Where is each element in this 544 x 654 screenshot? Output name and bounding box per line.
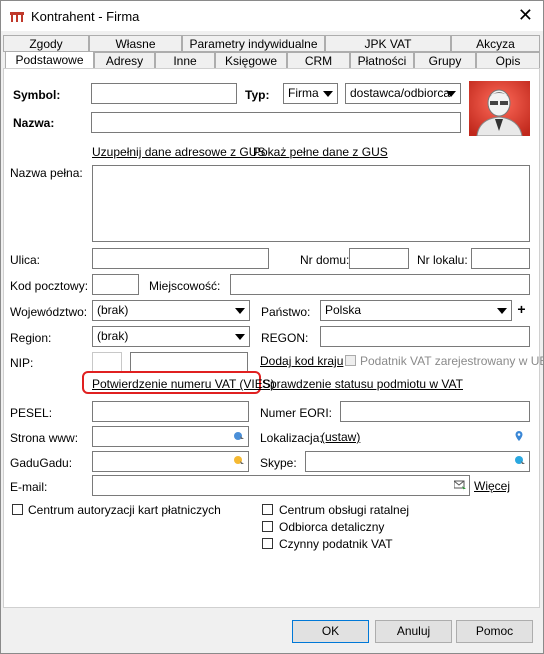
web-open-icon[interactable] (233, 430, 245, 442)
centrum-ratalnej-label: Centrum obsługi ratalnej (279, 503, 410, 517)
centrum-ratalnej-checkbox[interactable] (262, 504, 273, 515)
tab-wlasne[interactable]: Własne (89, 35, 182, 52)
map-pin-icon[interactable] (513, 430, 525, 442)
symbol-input[interactable] (91, 83, 237, 104)
ulica-input[interactable] (92, 248, 269, 269)
wojewodztwo-select[interactable]: (brak) (92, 300, 250, 321)
tab-zgody[interactable]: Zgody (3, 35, 89, 52)
wojewodztwo-value: (brak) (97, 303, 129, 317)
typ-label: Typ: (245, 88, 270, 102)
vies-link[interactable]: Potwierdzenie numeru VAT (VIES) (92, 377, 275, 391)
tab-crm[interactable]: CRM (287, 52, 350, 69)
nr-lokalu-input[interactable] (471, 248, 530, 269)
wiecej-link[interactable]: Więcej (474, 479, 510, 493)
window-title: Kontrahent - Firma (31, 9, 140, 24)
typ2-select-value: dostawca/odbiorca (350, 86, 451, 100)
vat-status-link[interactable]: Sprawdzenie statusu podmiotu w VAT (262, 377, 463, 391)
gus-fill-link[interactable]: Uzupełnij dane adresowe z GUS (92, 145, 265, 159)
czynny-vat-checkbox[interactable] (262, 538, 273, 549)
region-value: (brak) (97, 329, 129, 343)
dialog-window: Kontrahent - Firma ✕ Zgody Własne Parame… (0, 0, 544, 654)
pesel-input[interactable] (92, 401, 249, 422)
regon-label: REGON: (261, 331, 309, 345)
panstwo-select[interactable]: Polska (320, 300, 512, 321)
panstwo-value: Polska (325, 303, 362, 317)
cancel-button[interactable]: Anuluj (375, 620, 452, 643)
tab-panel: Symbol: Typ: Firma dostawca/odbiorca Naz… (3, 68, 544, 608)
typ2-select[interactable]: dostawca/odbiorca (345, 83, 461, 104)
symbol-label: Symbol: (13, 88, 61, 102)
kod-pocztowy-label: Kod pocztowy: (10, 279, 89, 293)
gus-show-link[interactable]: Pokaż pełne dane z GUS (253, 145, 388, 159)
regon-input[interactable] (320, 326, 530, 347)
ustaw-link[interactable]: (ustaw) (321, 430, 360, 444)
chevron-down-icon (235, 334, 245, 340)
app-logo-icon (9, 9, 25, 23)
miejscowosc-input[interactable] (230, 274, 530, 295)
nr-domu-input[interactable] (349, 248, 409, 269)
centrum-kart-checkbox[interactable] (12, 504, 23, 515)
skype-label: Skype: (260, 456, 297, 470)
typ-select-value: Firma (288, 86, 319, 100)
nazwa-pelna-textarea[interactable] (92, 165, 530, 242)
chevron-down-icon (235, 308, 245, 314)
region-select[interactable]: (brak) (92, 326, 250, 347)
gadugadu-icon[interactable] (233, 455, 245, 467)
czynny-vat-label: Czynny podatnik VAT (279, 537, 393, 551)
odbiorca-detaliczny-label: Odbiorca detaliczny (279, 520, 385, 534)
miejscowosc-label: Miejscowość: (149, 279, 221, 293)
panstwo-label: Państwo: (261, 305, 311, 319)
gadugadu-label: GaduGadu: (10, 456, 73, 470)
contact-avatar-icon[interactable] (469, 81, 530, 136)
tab-jpk-vat[interactable]: JPK VAT (325, 35, 451, 52)
nr-domu-label: Nr domu: (300, 253, 350, 267)
tab-inne[interactable]: Inne (155, 52, 215, 69)
ok-button[interactable]: OK (292, 620, 369, 643)
typ-select[interactable]: Firma (283, 83, 338, 104)
title-bar: Kontrahent - Firma ✕ (1, 1, 543, 31)
tab-ksiegowe[interactable]: Księgowe (215, 52, 287, 69)
skype-input[interactable] (305, 451, 530, 472)
nr-lokalu-label: Nr lokalu: (417, 253, 468, 267)
tab-opis[interactable]: Opis (476, 52, 540, 69)
skype-icon[interactable] (514, 455, 526, 467)
add-country-code-link[interactable]: Dodaj kod kraju (260, 354, 343, 368)
nazwa-input[interactable] (91, 112, 461, 133)
add-country-button[interactable]: + (513, 300, 530, 321)
wojewodztwo-label: Województwo: (10, 305, 88, 319)
email-input[interactable] (92, 475, 470, 496)
odbiorca-detaliczny-checkbox[interactable] (262, 521, 273, 532)
chevron-down-icon (323, 91, 333, 97)
tab-akcyza[interactable]: Akcyza (451, 35, 540, 52)
gadugadu-input[interactable] (92, 451, 249, 472)
vat-ue-label: Podatnik VAT zarejestrowany w UE (360, 354, 544, 368)
nip-label: NIP: (10, 356, 34, 370)
pesel-label: PESEL: (10, 406, 53, 420)
centrum-kart-label: Centrum autoryzacji kart płatniczych (28, 503, 221, 517)
chevron-down-icon (497, 308, 507, 314)
www-input[interactable] (92, 426, 249, 447)
kod-pocztowy-input[interactable] (92, 274, 139, 295)
vat-ue-checkbox[interactable] (345, 355, 356, 366)
help-button[interactable]: Pomoc (456, 620, 533, 643)
nip-country-input[interactable] (92, 352, 122, 373)
chevron-down-icon (446, 91, 456, 97)
nazwa-pelna-label: Nazwa pełna: (10, 166, 83, 180)
tab-platnosci[interactable]: Płatności (350, 52, 414, 69)
close-icon[interactable]: ✕ (518, 5, 533, 25)
lokalizacja-label: Lokalizacja: (260, 431, 323, 445)
email-label: E-mail: (10, 480, 48, 494)
eori-input[interactable] (340, 401, 530, 422)
region-label: Region: (10, 331, 52, 345)
nip-input[interactable] (130, 352, 248, 373)
ulica-label: Ulica: (10, 253, 41, 267)
tab-adresy[interactable]: Adresy (94, 52, 155, 69)
tab-grupy[interactable]: Grupy (414, 52, 476, 69)
nazwa-label: Nazwa: (13, 116, 55, 130)
www-label: Strona www: (10, 431, 79, 445)
tab-parametry[interactable]: Parametry indywidualne (182, 35, 325, 52)
eori-label: Numer EORI: (260, 406, 333, 420)
email-send-icon[interactable] (454, 479, 466, 491)
